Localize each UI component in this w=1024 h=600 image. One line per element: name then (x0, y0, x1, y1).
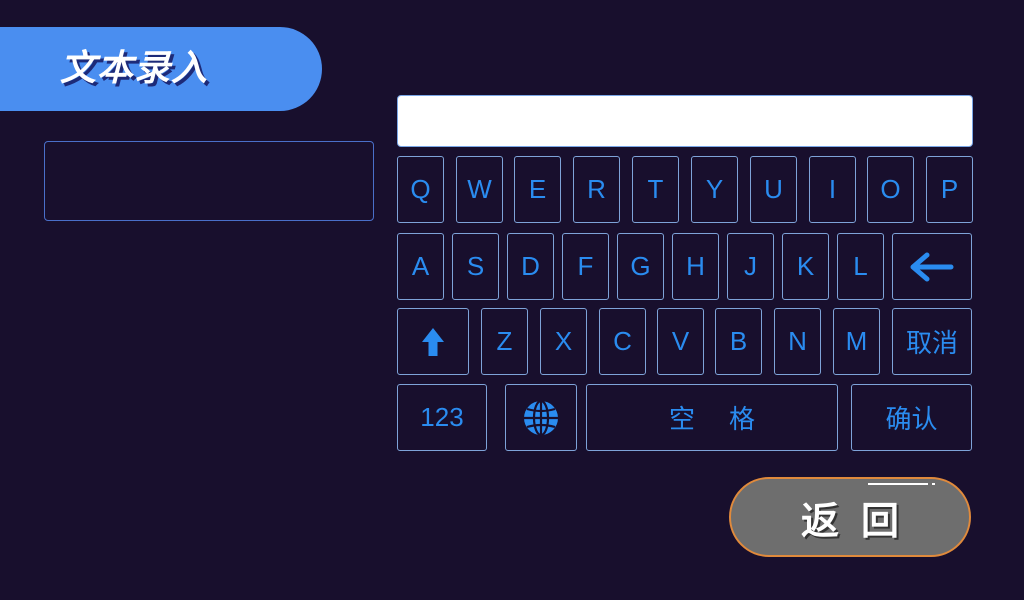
key-label: C (613, 326, 632, 356)
cancel-key-label: 取消 (905, 329, 958, 359)
key-q[interactable]: Q (397, 156, 444, 223)
key-s[interactable]: S (452, 233, 499, 300)
key-label: F (577, 251, 594, 281)
backspace-arrow-icon (910, 252, 954, 282)
key-label: X (554, 326, 573, 356)
page-title: 文本录入 (60, 48, 209, 89)
key-j[interactable]: J (727, 233, 774, 300)
key-d[interactable]: D (507, 233, 554, 300)
key-n[interactable]: N (774, 308, 821, 375)
decorative-dot (932, 483, 935, 485)
decorative-line (868, 483, 928, 485)
key-label: V (671, 326, 690, 356)
key-p[interactable]: P (926, 156, 973, 223)
confirm-key-label: 确认 (885, 405, 938, 435)
numbers-key-label: 123 (420, 402, 464, 432)
key-t[interactable]: T (632, 156, 679, 223)
key-o[interactable]: O (867, 156, 914, 223)
globe-icon (522, 399, 560, 437)
key-b[interactable]: B (715, 308, 762, 375)
space-key[interactable]: 空格 (586, 384, 838, 451)
space-key-label: 空格 (668, 405, 789, 435)
title-tab: 文本录入 (0, 27, 322, 111)
key-label: L (853, 251, 868, 281)
back-button-label: 返回 (800, 498, 921, 543)
key-i[interactable]: I (809, 156, 856, 223)
key-w[interactable]: W (456, 156, 503, 223)
key-l[interactable]: L (837, 233, 884, 300)
text-input-field[interactable] (397, 95, 973, 147)
key-x[interactable]: X (540, 308, 587, 375)
key-a[interactable]: A (397, 233, 444, 300)
key-label: O (880, 174, 901, 204)
key-g[interactable]: G (617, 233, 664, 300)
key-label: U (764, 174, 783, 204)
key-f[interactable]: F (562, 233, 609, 300)
key-label: A (411, 251, 430, 281)
key-label: Y (705, 174, 724, 204)
key-label: G (630, 251, 651, 281)
key-label: K (796, 251, 815, 281)
shift-up-arrow-icon (420, 326, 446, 358)
confirm-key[interactable]: 确认 (851, 384, 972, 451)
key-u[interactable]: U (750, 156, 797, 223)
key-label: Z (496, 326, 513, 356)
key-y[interactable]: Y (691, 156, 738, 223)
key-e[interactable]: E (514, 156, 561, 223)
text-preview-box (44, 141, 374, 221)
key-label: N (788, 326, 807, 356)
key-c[interactable]: C (599, 308, 646, 375)
key-label: I (828, 174, 837, 204)
key-label: E (528, 174, 547, 204)
key-h[interactable]: H (672, 233, 719, 300)
key-label: S (466, 251, 485, 281)
key-r[interactable]: R (573, 156, 620, 223)
numbers-key[interactable]: 123 (397, 384, 487, 451)
language-key[interactable] (505, 384, 577, 451)
key-label: Q (410, 174, 431, 204)
key-label: D (521, 251, 540, 281)
shift-key[interactable] (397, 308, 469, 375)
key-label: B (729, 326, 748, 356)
cancel-key[interactable]: 取消 (892, 308, 972, 375)
key-k[interactable]: K (782, 233, 829, 300)
key-label: J (744, 251, 757, 281)
key-v[interactable]: V (657, 308, 704, 375)
key-label: T (647, 174, 664, 204)
back-button[interactable]: 返回 (729, 477, 971, 557)
key-label: R (587, 174, 606, 204)
key-z[interactable]: Z (481, 308, 528, 375)
key-label: W (467, 174, 492, 204)
key-m[interactable]: M (833, 308, 880, 375)
key-label: M (845, 326, 868, 356)
key-label: P (940, 174, 959, 204)
key-label: H (686, 251, 705, 281)
backspace-key[interactable] (892, 233, 972, 300)
